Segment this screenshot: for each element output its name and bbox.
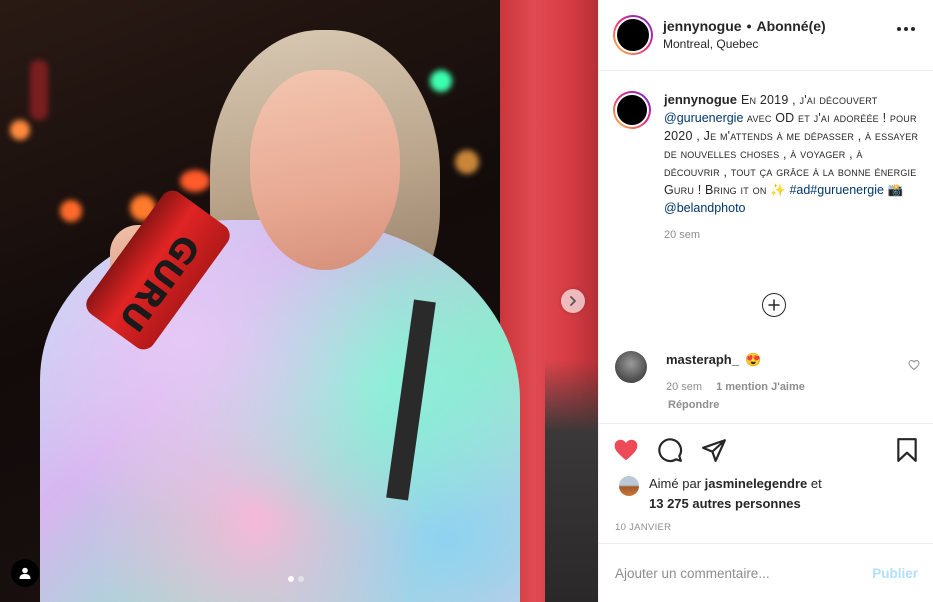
bokeh-light xyxy=(430,70,452,92)
publish-button[interactable]: Publier xyxy=(872,566,918,581)
post-actions-section: Aimé par jasminelegendre et 13 275 autre… xyxy=(599,423,933,533)
add-circle-icon xyxy=(768,299,780,311)
wall-shadow xyxy=(545,360,598,602)
next-arrow-icon xyxy=(570,296,576,306)
face xyxy=(250,70,400,270)
comment-text: 😍 xyxy=(744,352,762,367)
comment-icon xyxy=(658,438,683,463)
caption-username[interactable]: jennynogue xyxy=(664,92,737,107)
likes-count[interactable]: 13 275 autres personnes xyxy=(649,496,801,511)
caption-mention-belandphoto[interactable]: @belandphoto xyxy=(664,201,746,215)
next-image-button[interactable] xyxy=(561,289,585,313)
user-tag-icon xyxy=(19,567,31,579)
comments-section: jennynogue En 2019 , j'ai découvert @guru… xyxy=(599,71,933,423)
heart-icon xyxy=(614,439,638,461)
commenter-avatar[interactable] xyxy=(615,351,647,383)
add-comment-form: Publier xyxy=(599,543,933,602)
follow-status[interactable]: Abonné(e) xyxy=(756,18,825,34)
bokeh-light xyxy=(180,170,210,192)
comment-like-heart-icon[interactable] xyxy=(908,359,920,371)
load-more-comments-button[interactable] xyxy=(762,293,786,317)
likes-summary: Aimé par jasminelegendre et 13 275 autre… xyxy=(599,474,933,514)
post-header: jennynogue • Abonné(e) Montreal, Quebec xyxy=(599,0,933,71)
likes-suffix: et xyxy=(810,476,822,491)
post-image[interactable]: GURU xyxy=(0,0,598,602)
bokeh-light xyxy=(60,200,82,222)
liker-avatar[interactable] xyxy=(619,476,639,496)
bokeh-light xyxy=(455,150,479,174)
likes-prefix: Aimé par xyxy=(649,476,702,491)
post-side-panel: jennynogue • Abonné(e) Montreal, Quebec je… xyxy=(598,0,933,602)
post-location[interactable]: Montreal, Quebec xyxy=(663,35,826,53)
caption-avatar[interactable] xyxy=(613,91,651,129)
comment-button[interactable] xyxy=(657,437,683,463)
carousel-dots xyxy=(288,576,304,582)
comment-item: masteraph_ 😍 20 sem 1 mention J'aime Répo… xyxy=(615,351,920,411)
action-bar xyxy=(599,424,933,476)
camera-emoji: 📸 xyxy=(887,183,904,197)
more-options-icon[interactable] xyxy=(897,27,915,31)
share-icon xyxy=(702,439,726,462)
caption: jennynogue En 2019 , j'ai découvert @guru… xyxy=(599,71,933,217)
caption-timestamp[interactable]: 20 sem xyxy=(664,229,933,241)
save-button[interactable] xyxy=(894,437,920,463)
caption-hashtags[interactable]: #ad#guruenergie xyxy=(789,183,884,197)
caption-mention-guruenergie[interactable]: @guruenergie xyxy=(664,111,743,125)
bokeh-light xyxy=(30,60,48,120)
liker-username[interactable]: jasminelegendre xyxy=(705,476,808,491)
header-separator: • xyxy=(746,18,752,34)
commenter-username[interactable]: masteraph_ xyxy=(666,352,739,367)
comment-likes[interactable]: 1 mention J'aime xyxy=(716,381,805,393)
comment-input[interactable] xyxy=(615,565,873,581)
author-avatar[interactable] xyxy=(613,15,653,55)
carousel-dot xyxy=(298,576,304,582)
comment-timestamp[interactable]: 20 sem xyxy=(666,381,702,393)
bookmark-icon xyxy=(897,438,917,462)
share-button[interactable] xyxy=(701,437,727,463)
post-date[interactable]: 10 JANVIER xyxy=(615,522,933,533)
bokeh-light xyxy=(10,120,30,140)
carousel-dot-active xyxy=(288,576,294,582)
reply-button[interactable]: Répondre xyxy=(668,399,920,411)
caption-text-1: En 2019 , j'ai découvert xyxy=(740,93,878,107)
like-button[interactable] xyxy=(613,437,639,463)
user-tag-button[interactable] xyxy=(11,559,39,587)
author-username[interactable]: jennynogue xyxy=(663,18,742,34)
